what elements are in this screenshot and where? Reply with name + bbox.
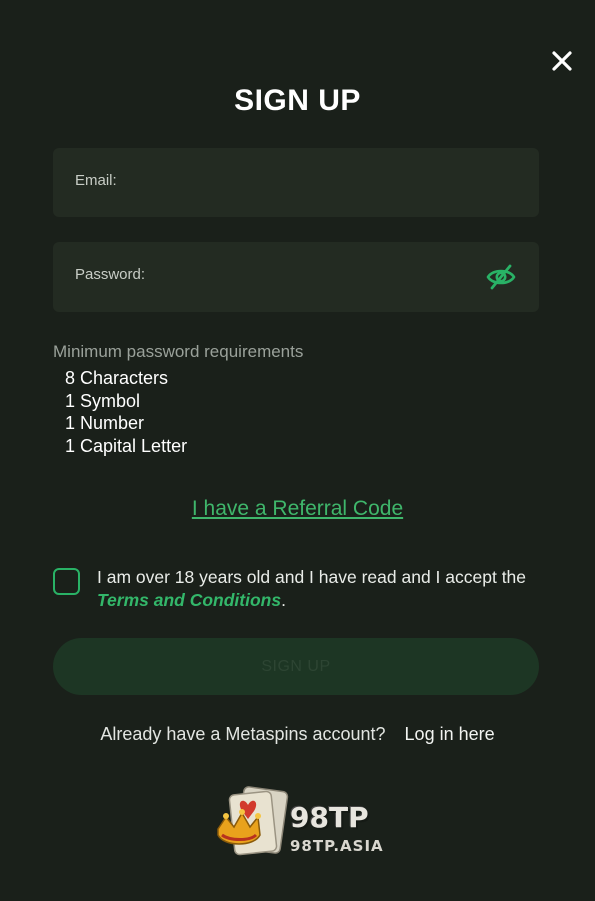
login-link[interactable]: Log in here — [405, 724, 495, 744]
close-button[interactable] — [549, 48, 575, 74]
crown-cards-icon — [217, 786, 289, 856]
referral-code-link[interactable]: I have a Referral Code — [192, 497, 403, 520]
email-label: Email: — [75, 172, 117, 189]
requirement-item: 1 Number — [65, 413, 145, 433]
requirement-item: 1 Capital Letter — [65, 435, 188, 456]
email-field[interactable]: Email: — [53, 148, 539, 217]
terms-link[interactable]: Terms and Conditions — [97, 590, 281, 610]
brand-domain: 98TP.ASIA — [290, 837, 384, 855]
modal-title: SIGN UP — [234, 84, 361, 117]
referral-row: I have a Referral Code — [0, 497, 595, 521]
brand-logo: 98TP 98TP.ASIA — [214, 783, 384, 863]
close-icon — [552, 51, 572, 71]
requirement-item: 1 Symbol — [65, 390, 141, 411]
terms-text-before: I am over 18 years old and I have read a… — [97, 567, 527, 587]
password-field[interactable]: Password: — [53, 242, 539, 312]
eye-off-icon — [486, 264, 516, 290]
age-terms-checkbox[interactable] — [53, 568, 80, 595]
password-input[interactable] — [163, 260, 467, 294]
email-input[interactable] — [163, 166, 467, 200]
password-visibility-toggle[interactable] — [486, 264, 516, 290]
requirements-title: Minimum password requirements — [53, 342, 304, 361]
terms-text-after: . — [281, 590, 286, 610]
requirements-list: 8 Characters 1 Symbol 1 Number 1 Capital… — [65, 367, 187, 457]
terms-text: I am over 18 years old and I have read a… — [97, 566, 547, 612]
password-label: Password: — [75, 266, 146, 283]
signup-button[interactable]: SIGN UP — [53, 638, 539, 695]
brand-name: 98TP — [290, 801, 369, 834]
login-prompt: Already have a Metaspins account? — [100, 724, 386, 744]
signup-modal: SIGN UP Email: Password: Minimum passwor… — [0, 0, 595, 901]
login-row: Already have a Metaspins account? Log in… — [0, 724, 595, 745]
requirement-item: 8 Characters — [65, 368, 169, 388]
